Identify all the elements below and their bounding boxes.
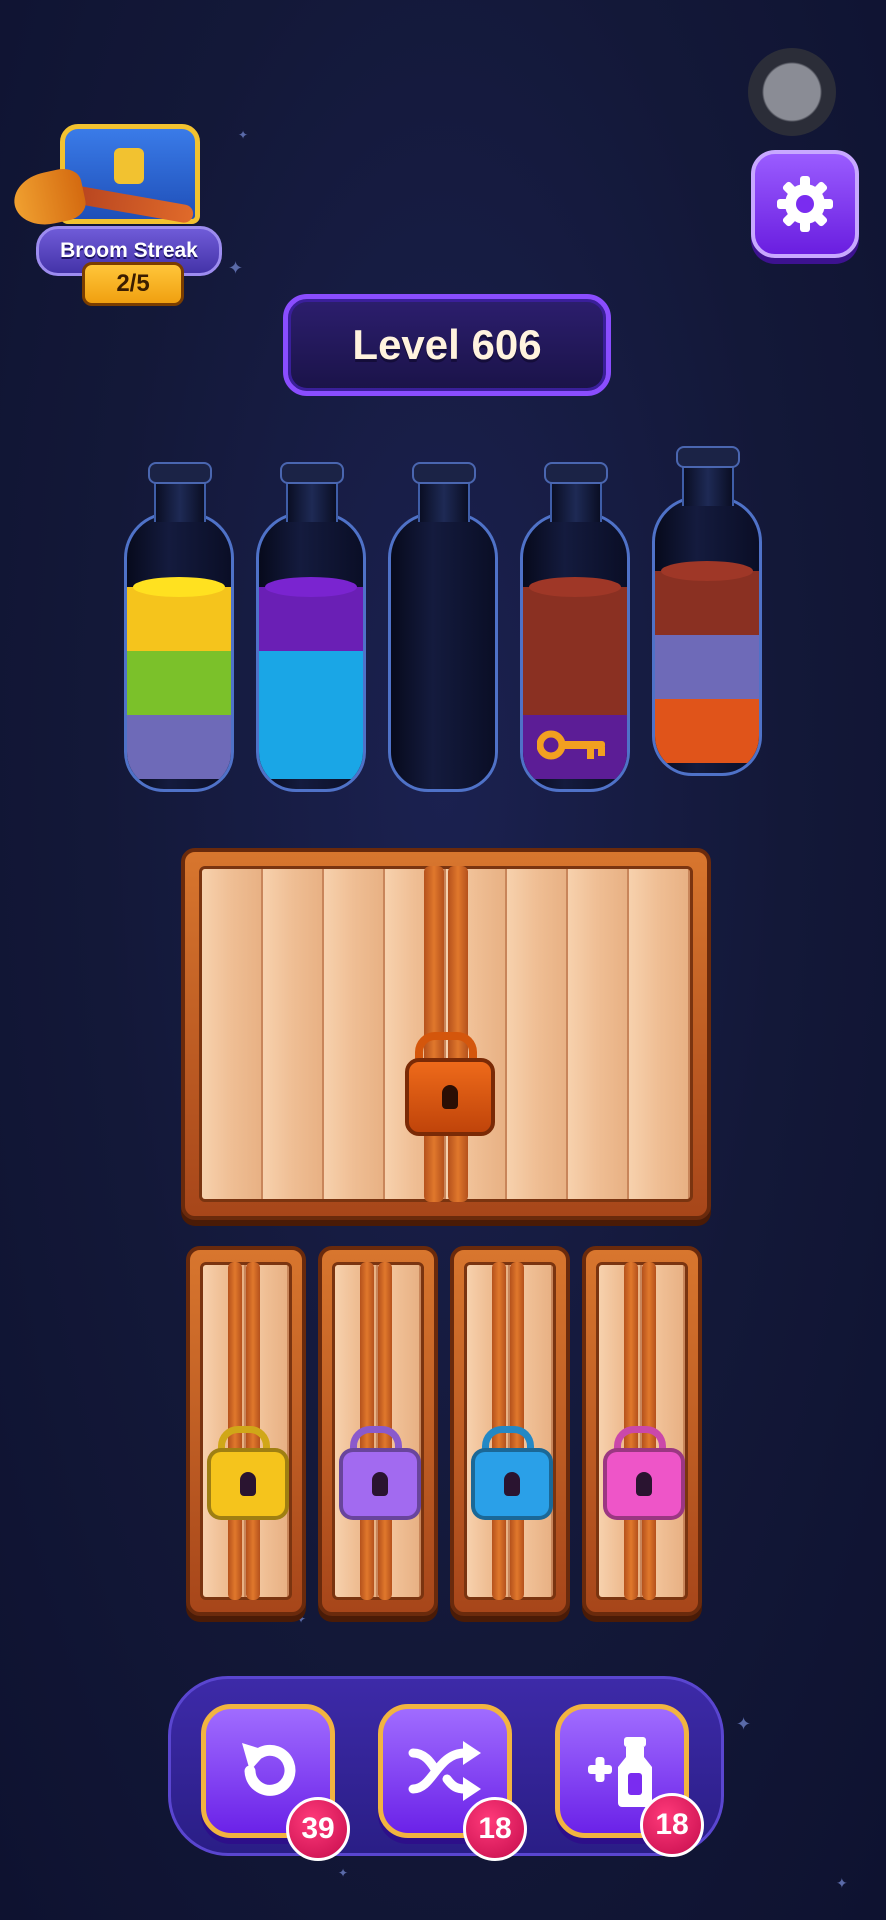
key-icon bbox=[537, 730, 605, 760]
orange-padlock-icon bbox=[405, 1058, 495, 1136]
liquid-layer bbox=[127, 651, 231, 715]
add-bottle-button[interactable]: 18 bbox=[555, 1704, 704, 1857]
bottle-cap bbox=[148, 462, 212, 484]
liquid-layer bbox=[259, 715, 363, 779]
settings-button[interactable] bbox=[751, 150, 859, 258]
yellow-padlock-icon bbox=[207, 1448, 289, 1520]
bottle-5[interactable] bbox=[652, 446, 762, 776]
star-decoration: ✦ bbox=[238, 128, 249, 142]
bottle-cap bbox=[676, 446, 740, 468]
shuffle-icon bbox=[408, 1741, 481, 1801]
pink-padlock-icon bbox=[603, 1448, 685, 1520]
streak-label: Broom Streak bbox=[60, 239, 198, 262]
streak-progress: 2/5 bbox=[82, 262, 184, 306]
locked-crate-purple[interactable] bbox=[318, 1246, 438, 1616]
bottle-2[interactable] bbox=[256, 462, 366, 792]
undo-icon bbox=[242, 1743, 296, 1796]
shuffle-count-badge: 18 bbox=[463, 1797, 527, 1861]
undo-count-badge: 39 bbox=[286, 1797, 350, 1861]
bottle-glass bbox=[652, 496, 762, 776]
level-title: Level 606 bbox=[352, 321, 542, 368]
bottle-1[interactable] bbox=[124, 462, 234, 792]
star-decoration: ✦ bbox=[736, 1714, 752, 1735]
liquid-layer bbox=[127, 577, 231, 651]
bottle-cap bbox=[412, 462, 476, 484]
liquid-layer bbox=[655, 561, 759, 635]
liquid-layer bbox=[655, 699, 759, 763]
bottle-cap bbox=[544, 462, 608, 484]
liquid-layer bbox=[655, 635, 759, 699]
undo-button[interactable]: 39 bbox=[201, 1704, 350, 1861]
liquid-layer bbox=[259, 577, 363, 651]
bottle-glass bbox=[520, 512, 630, 792]
liquid-layer bbox=[523, 651, 627, 715]
shuffle-button[interactable]: 18 bbox=[378, 1704, 527, 1861]
liquid-layer bbox=[523, 577, 627, 651]
level-banner: Level 606 bbox=[283, 294, 611, 396]
bottle-glass bbox=[388, 512, 498, 792]
locked-crate-blue[interactable] bbox=[450, 1246, 570, 1616]
gear-icon bbox=[777, 176, 833, 232]
assistive-touch-button[interactable] bbox=[748, 48, 836, 136]
broom-streak-widget[interactable]: Broom Streak 2/5 bbox=[9, 116, 222, 306]
bottle-glass bbox=[256, 512, 366, 792]
add-bottle-count-badge: 18 bbox=[640, 1793, 704, 1857]
purple-padlock-icon bbox=[339, 1448, 421, 1520]
locked-crate-large[interactable] bbox=[181, 848, 711, 1220]
blue-padlock-icon bbox=[471, 1448, 553, 1520]
star-decoration: ✦ bbox=[338, 1866, 349, 1880]
star-decoration: ✦ bbox=[228, 258, 244, 279]
bottle-3[interactable] bbox=[388, 462, 498, 792]
bottle-4[interactable] bbox=[520, 462, 630, 792]
chest-lock-icon bbox=[114, 148, 144, 184]
liquid-layer bbox=[127, 715, 231, 779]
locked-crate-pink[interactable] bbox=[582, 1246, 702, 1616]
bottle-cap bbox=[280, 462, 344, 484]
locked-crate-yellow[interactable] bbox=[186, 1246, 306, 1616]
star-decoration: ✦ bbox=[836, 1876, 848, 1892]
liquid-layer bbox=[259, 651, 363, 715]
bottle-glass bbox=[124, 512, 234, 792]
